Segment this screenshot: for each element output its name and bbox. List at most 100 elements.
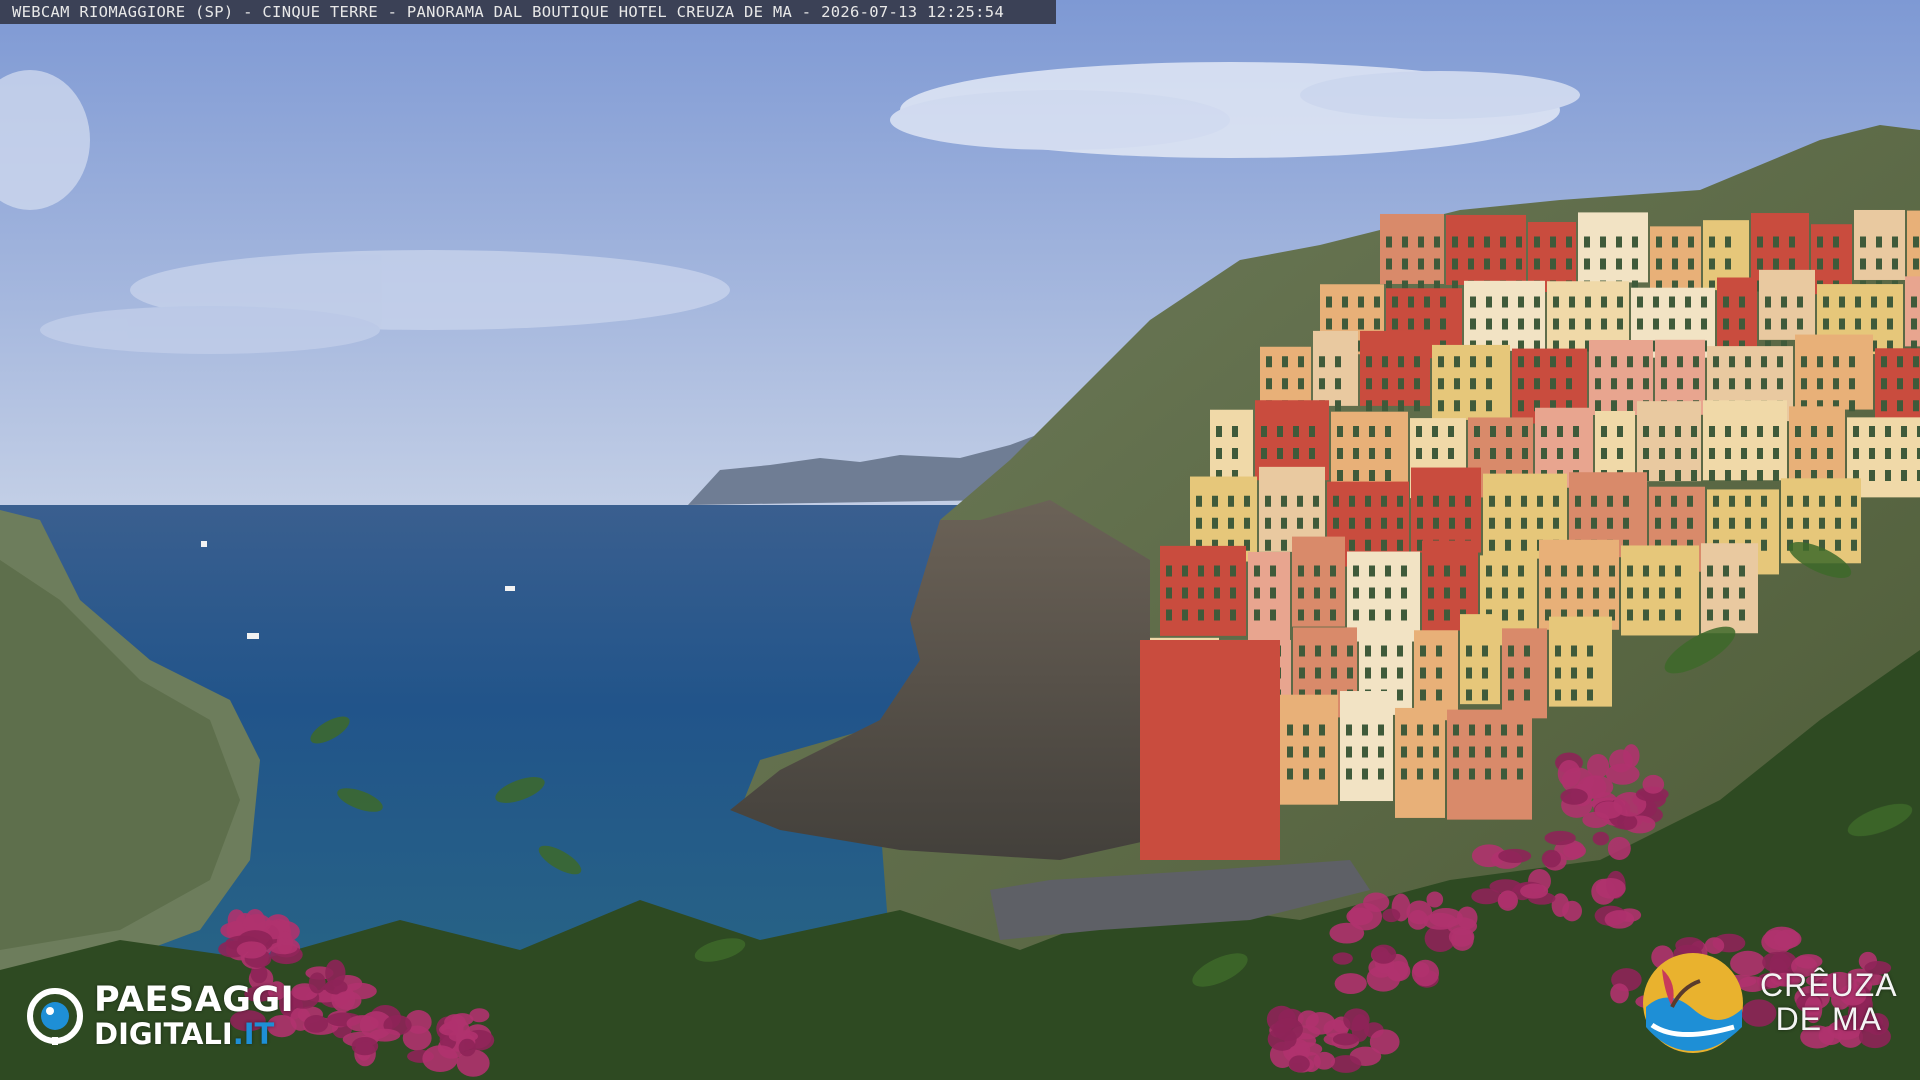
house-window bbox=[1677, 356, 1683, 368]
creuza-de-ma-logo-icon bbox=[1638, 947, 1748, 1059]
house-window bbox=[1518, 378, 1524, 390]
house-window bbox=[1601, 296, 1607, 308]
house-window bbox=[1911, 296, 1917, 308]
bougainvillea-bloom bbox=[1426, 891, 1444, 908]
bougainvillea-bloom bbox=[1560, 788, 1588, 805]
bougainvillea-bloom bbox=[346, 1015, 379, 1032]
house-window bbox=[1485, 746, 1491, 758]
house-window bbox=[1470, 400, 1476, 412]
house-window bbox=[1729, 495, 1735, 507]
house-window bbox=[1541, 426, 1547, 437]
house-window bbox=[1885, 470, 1891, 481]
house-window bbox=[1541, 448, 1547, 459]
house-window bbox=[1897, 378, 1903, 390]
house-window bbox=[1436, 667, 1442, 679]
house-window bbox=[1911, 318, 1917, 330]
bougainvillea-bloom bbox=[1343, 1008, 1370, 1031]
house-window bbox=[1534, 236, 1540, 248]
house-window bbox=[1416, 448, 1422, 459]
house-window bbox=[1672, 236, 1678, 248]
house-window bbox=[1534, 296, 1540, 308]
house-window bbox=[1887, 296, 1893, 308]
house-window bbox=[1892, 258, 1898, 270]
house-window bbox=[1595, 356, 1601, 368]
house-window bbox=[1669, 318, 1675, 330]
house-facade bbox=[1360, 330, 1430, 406]
house-window bbox=[1739, 318, 1745, 330]
house-window bbox=[1524, 667, 1530, 679]
house-window bbox=[1309, 448, 1315, 459]
house-window bbox=[1319, 724, 1325, 736]
house-window bbox=[1876, 258, 1882, 270]
house-window bbox=[1382, 378, 1388, 390]
house-window bbox=[1369, 470, 1375, 481]
house-window bbox=[1408, 318, 1414, 330]
house-window bbox=[1212, 495, 1218, 507]
house-window bbox=[1659, 426, 1665, 437]
house-window bbox=[1607, 495, 1613, 507]
house-window bbox=[1885, 426, 1891, 437]
house-window bbox=[1833, 258, 1839, 270]
house-window bbox=[1261, 448, 1267, 459]
house-window bbox=[1214, 565, 1220, 577]
house-window bbox=[1761, 495, 1767, 507]
house-window bbox=[1228, 495, 1234, 507]
house-window bbox=[1362, 724, 1368, 736]
house-window bbox=[1433, 724, 1439, 736]
house-window bbox=[1518, 356, 1524, 368]
house-window bbox=[1659, 609, 1665, 621]
house-window bbox=[1438, 400, 1444, 412]
house-window bbox=[1757, 470, 1763, 481]
house-window bbox=[1428, 609, 1434, 621]
house-window bbox=[1303, 746, 1309, 758]
bougainvillea-bloom bbox=[1386, 961, 1411, 982]
house-window bbox=[1369, 426, 1375, 437]
house-window bbox=[1853, 426, 1859, 437]
house-window bbox=[1428, 587, 1434, 599]
bougainvillea-bloom bbox=[1332, 952, 1353, 965]
house-window bbox=[1182, 609, 1188, 621]
house-window bbox=[1611, 378, 1617, 390]
house-window bbox=[1725, 448, 1731, 459]
house-window bbox=[1571, 689, 1577, 701]
house-window bbox=[1632, 236, 1638, 248]
house-window bbox=[1346, 768, 1352, 780]
house-window bbox=[1401, 724, 1407, 736]
house-window bbox=[1627, 609, 1633, 621]
house-window bbox=[1466, 689, 1472, 701]
house-window bbox=[1365, 517, 1371, 529]
house-window bbox=[1787, 495, 1793, 507]
bougainvillea-bloom bbox=[1544, 830, 1576, 846]
house-window bbox=[1330, 587, 1336, 599]
house-window bbox=[1553, 495, 1559, 507]
house-window bbox=[1506, 426, 1512, 437]
house-window bbox=[1440, 318, 1446, 330]
house-window bbox=[1470, 378, 1476, 390]
house-window bbox=[1216, 426, 1222, 437]
house-window bbox=[1319, 356, 1325, 368]
house-window bbox=[1537, 495, 1543, 507]
house-window bbox=[1265, 495, 1271, 507]
house-window bbox=[1701, 296, 1707, 308]
house-window bbox=[1617, 318, 1623, 330]
house-window bbox=[1587, 667, 1593, 679]
house-window bbox=[1335, 400, 1341, 412]
house-window bbox=[1313, 517, 1319, 529]
house-window bbox=[1349, 495, 1355, 507]
house-window bbox=[1402, 236, 1408, 248]
bougainvillea-bloom bbox=[1288, 1055, 1310, 1073]
house-window bbox=[1401, 746, 1407, 758]
house-window bbox=[1335, 378, 1341, 390]
house-window bbox=[1353, 587, 1359, 599]
house-facade bbox=[1380, 213, 1444, 284]
house-window bbox=[1643, 378, 1649, 390]
house-window bbox=[1851, 495, 1857, 507]
house-window bbox=[1871, 318, 1877, 330]
house-window bbox=[1287, 724, 1293, 736]
bougainvillea-bloom bbox=[334, 991, 362, 1010]
house-window bbox=[1417, 768, 1423, 780]
bougainvillea-bloom bbox=[1313, 1051, 1336, 1070]
house-window bbox=[1414, 356, 1420, 368]
house-window bbox=[1470, 318, 1476, 330]
house-window bbox=[1773, 426, 1779, 437]
